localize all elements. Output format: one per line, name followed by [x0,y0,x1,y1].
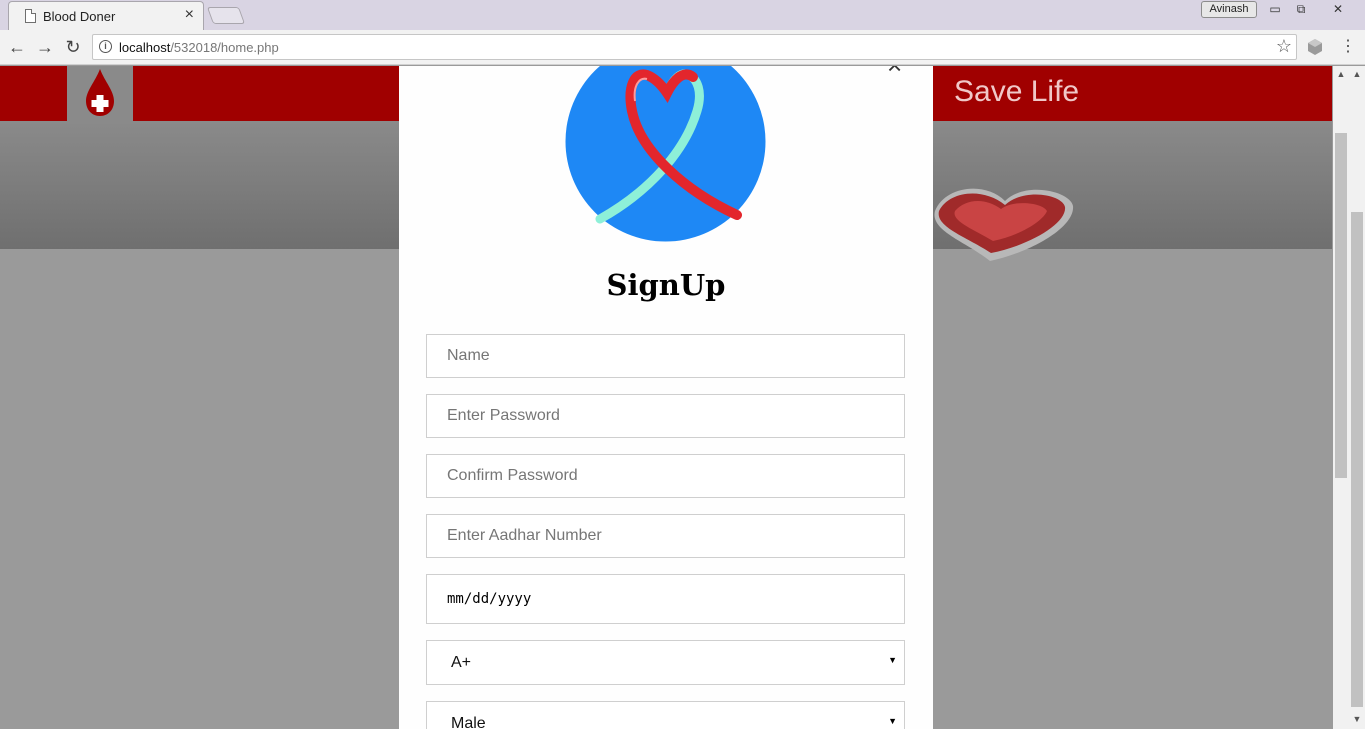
blood-group-select[interactable]: A+ ▼ [426,640,905,685]
signup-modal: × SignUp mm/dd/yyyy A+ ▼ Male ▼ [399,66,933,729]
extension-icon[interactable] [1306,38,1324,56]
heart-icon [934,188,1074,261]
dob-date-input[interactable]: mm/dd/yyyy [426,574,905,624]
scroll-up-icon[interactable]: ▲ [1333,68,1349,80]
restore-icon[interactable]: ⧉ [1290,1,1312,18]
awareness-ribbon-icon [565,66,766,242]
confirm-password-input[interactable] [426,454,905,498]
gender-value: Male [451,715,486,729]
browser-tab[interactable]: Blood Doner × [8,1,204,30]
address-bar[interactable]: i localhost/532018/home.php ☆ [92,34,1297,60]
blood-group-value: A+ [451,654,472,671]
browser-menu-icon[interactable]: ⋮ [1340,36,1356,58]
reload-icon[interactable]: ↻ [62,36,84,58]
name-input[interactable] [426,334,905,378]
browser-toolbar: ← → ↻ i localhost/532018/home.php ☆ [0,30,1365,65]
url-text[interactable]: localhost/532018/home.php [119,40,279,55]
site-logo[interactable] [67,66,133,121]
scroll-down-icon[interactable]: ▼ [1349,713,1365,725]
header-tagline: Save Life [954,75,1080,108]
modal-close-icon[interactable]: × [887,66,902,78]
back-arrow-icon[interactable]: ← [6,36,28,58]
browser-titlebar: Blood Doner × Avinash ▭ ⧉ ✕ [0,0,1365,30]
scroll-up-icon[interactable]: ▲ [1349,68,1365,80]
site-info-icon[interactable]: i [99,40,112,53]
bookmark-star-icon[interactable]: ☆ [1276,36,1292,57]
password-input[interactable] [426,394,905,438]
gender-select[interactable]: Male ▼ [426,701,905,729]
forward-arrow-icon[interactable]: → [34,36,56,58]
chevron-down-icon: ▼ [888,716,897,726]
tab-title: Blood Doner [43,9,116,24]
minimize-icon[interactable]: ▭ [1264,1,1286,18]
chevron-down-icon: ▼ [888,655,897,665]
modal-scrollbar-thumb[interactable] [1351,212,1363,707]
new-tab-button[interactable] [206,7,246,24]
page-icon [25,9,36,23]
date-value: mm/dd/yyyy [447,591,532,607]
page-scrollbar-thumb[interactable] [1335,133,1347,478]
profile-button[interactable]: Avinash [1201,1,1257,18]
tab-close-icon[interactable]: × [185,7,194,23]
modal-title: SignUp [606,268,726,302]
page-viewport: Save Life × SignUp mm/dd/yyyy A+ ▼ [0,66,1332,729]
blood-drop-icon [86,69,114,116]
window-close-icon[interactable]: ✕ [1318,1,1358,18]
aadhar-input[interactable] [426,514,905,558]
